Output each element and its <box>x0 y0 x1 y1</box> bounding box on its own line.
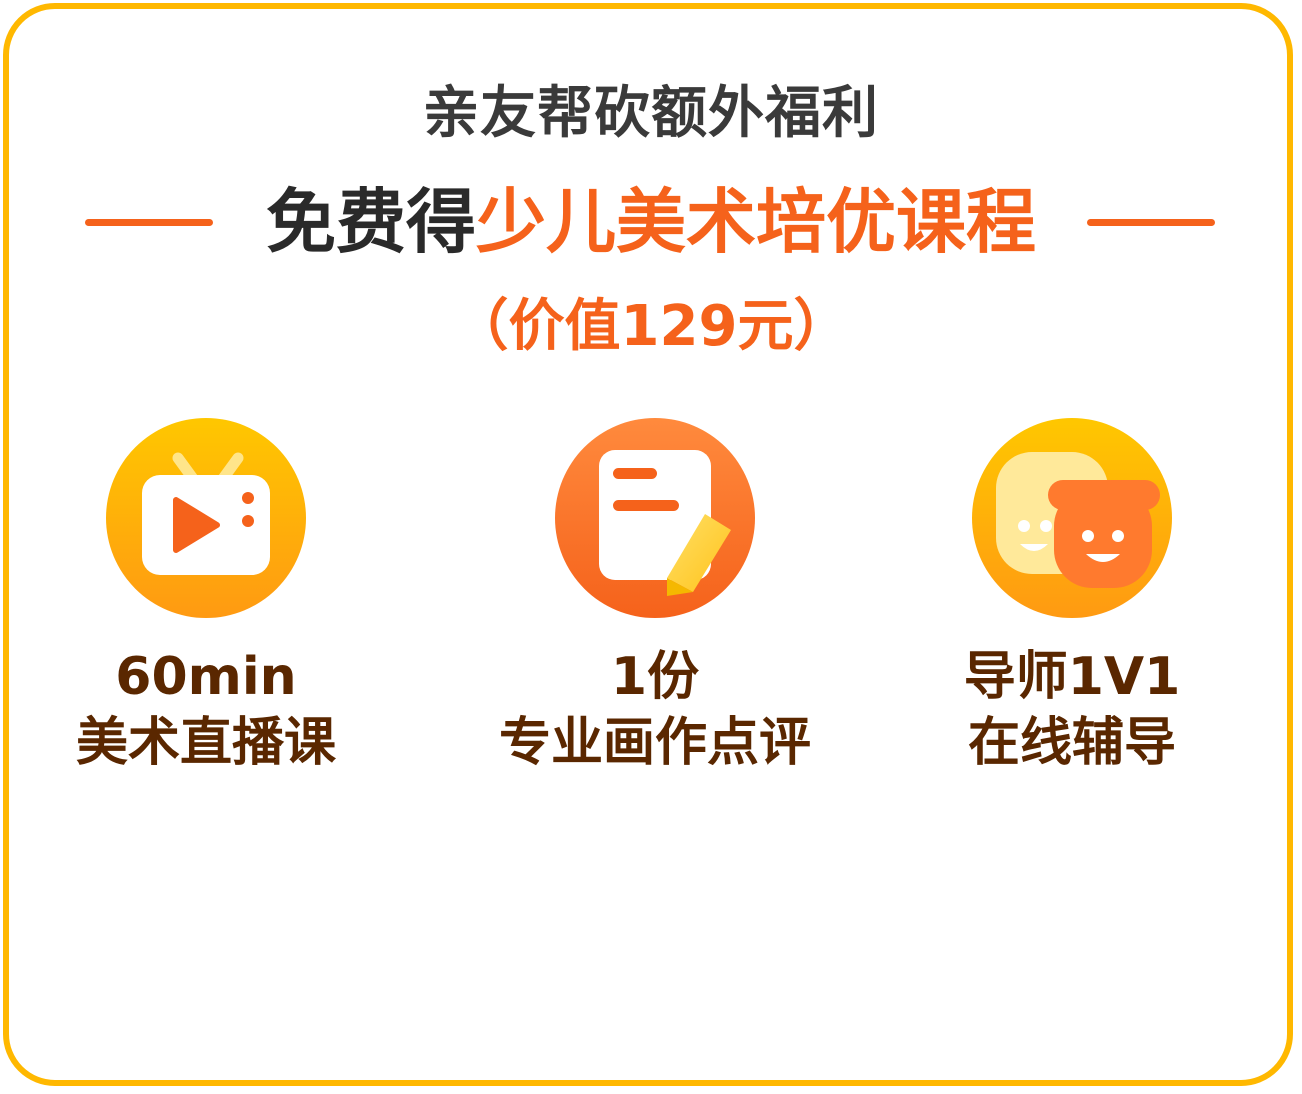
feature-tutor-label: 在线辅导 <box>967 713 1176 773</box>
card-subtitle: 亲友帮砍额外福利 <box>423 81 879 146</box>
feature-artwork-review-label: 专业画作点评 <box>498 713 811 773</box>
headline-course-text: 少儿美术培优课程 <box>476 181 1036 263</box>
feature-artwork-review: 1份 专业画作点评 <box>455 418 855 776</box>
tv-play-icon <box>106 418 306 618</box>
feature-tutor-1v1: 导师1V1 在线辅导 <box>872 418 1272 776</box>
feature-tutor-title: 导师1V1 <box>963 647 1181 707</box>
document-pencil-icon <box>555 418 755 618</box>
tutor-child-faces-icon <box>972 418 1172 618</box>
feature-live-class: 60min 美术直播课 <box>6 418 406 776</box>
course-value: （价值129元） <box>452 294 850 359</box>
headline-free-text: 免费得 <box>266 181 476 263</box>
decorative-line-right <box>1087 219 1215 226</box>
feature-artwork-review-count: 1份 <box>610 647 700 707</box>
feature-live-class-label: 美术直播课 <box>75 713 336 773</box>
feature-live-class-duration: 60min <box>115 647 297 707</box>
